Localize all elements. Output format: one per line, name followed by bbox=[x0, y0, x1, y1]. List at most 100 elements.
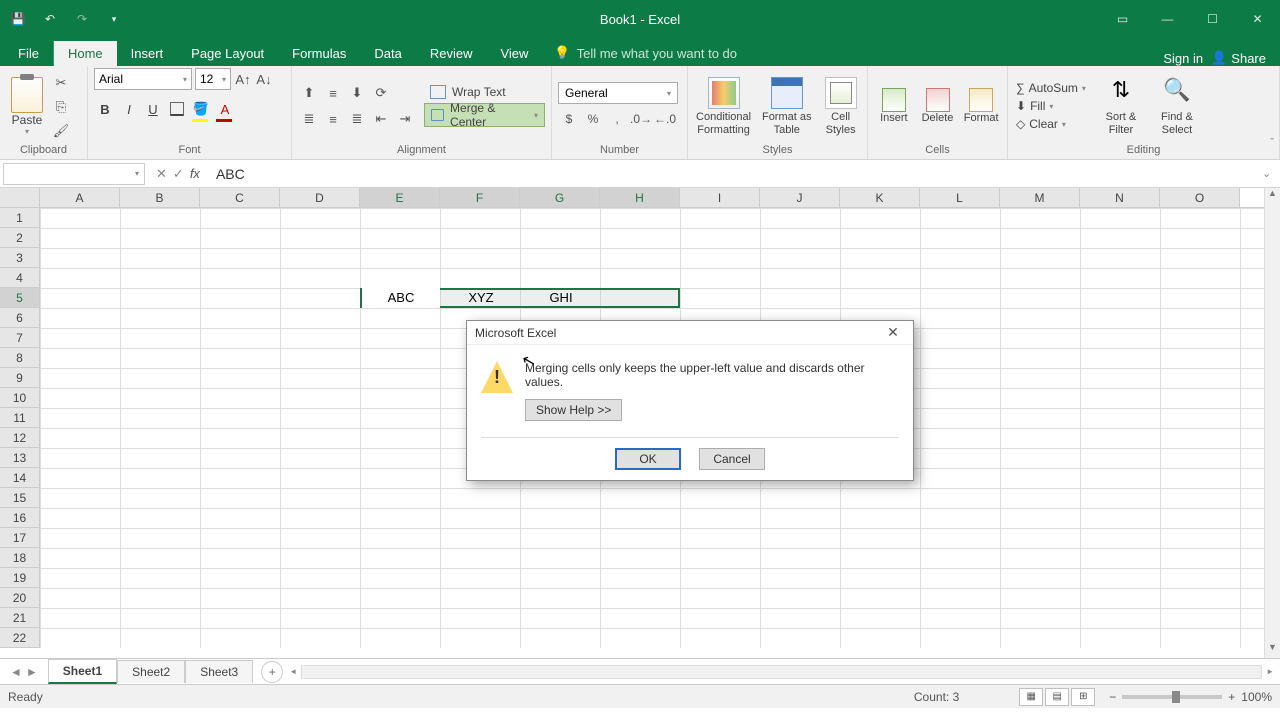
fill-button[interactable]: ⬇Fill▾ bbox=[1014, 98, 1088, 114]
align-top-icon[interactable]: ⬆ bbox=[298, 82, 320, 104]
column-header-f[interactable]: F bbox=[440, 188, 520, 207]
row-header-11[interactable]: 11 bbox=[0, 408, 40, 428]
row-header-16[interactable]: 16 bbox=[0, 508, 40, 528]
row-header-10[interactable]: 10 bbox=[0, 388, 40, 408]
underline-button[interactable]: U bbox=[142, 98, 164, 120]
row-header-21[interactable]: 21 bbox=[0, 608, 40, 628]
row-header-18[interactable]: 18 bbox=[0, 548, 40, 568]
comma-icon[interactable]: , bbox=[606, 108, 628, 130]
font-name-select[interactable]: Arial▾ bbox=[94, 68, 192, 90]
expand-formula-bar-icon[interactable]: ⌄ bbox=[1262, 167, 1280, 180]
column-header-a[interactable]: A bbox=[40, 188, 120, 207]
row-header-22[interactable]: 22 bbox=[0, 628, 40, 648]
horizontal-scrollbar[interactable]: ◄► bbox=[283, 665, 1280, 679]
clear-button[interactable]: ◇Clear▾ bbox=[1014, 116, 1088, 132]
sheet-tab-2[interactable]: Sheet2 bbox=[117, 660, 185, 683]
tab-page-layout[interactable]: Page Layout bbox=[177, 41, 278, 66]
format-cells-button[interactable]: Format bbox=[961, 88, 1001, 124]
column-header-e[interactable]: E bbox=[360, 188, 440, 207]
cancel-formula-icon[interactable]: ✕ bbox=[156, 166, 167, 182]
redo-icon[interactable]: ↷ bbox=[68, 5, 96, 33]
ok-button[interactable]: OK bbox=[615, 448, 681, 470]
paste-button[interactable]: Paste ▾ bbox=[6, 77, 48, 136]
delete-cells-button[interactable]: Delete bbox=[918, 88, 958, 124]
tab-file[interactable]: File bbox=[4, 41, 54, 66]
format-as-table-button[interactable]: Format as Table bbox=[757, 75, 816, 136]
font-color-button[interactable]: A bbox=[214, 98, 236, 120]
align-left-icon[interactable]: ≣ bbox=[298, 108, 320, 130]
column-header-d[interactable]: D bbox=[280, 188, 360, 207]
cell-g5[interactable]: GHI bbox=[522, 288, 600, 308]
normal-view-icon[interactable]: ▦ bbox=[1019, 688, 1043, 706]
page-break-view-icon[interactable]: ⊞ bbox=[1071, 688, 1095, 706]
cut-icon[interactable]: ✂ bbox=[50, 72, 72, 94]
insert-cells-button[interactable]: Insert bbox=[874, 88, 914, 124]
tell-me-input[interactable]: 💡Tell me what you want to do bbox=[542, 40, 749, 66]
shrink-font-icon[interactable]: A↓ bbox=[255, 68, 273, 90]
row-header-20[interactable]: 20 bbox=[0, 588, 40, 608]
row-header-9[interactable]: 9 bbox=[0, 368, 40, 388]
decrease-decimal-icon[interactable]: ←.0 bbox=[654, 108, 676, 130]
vertical-scrollbar[interactable]: ▲▼ bbox=[1264, 188, 1280, 658]
cancel-button[interactable]: Cancel bbox=[699, 448, 765, 470]
number-format-select[interactable]: General▾ bbox=[558, 82, 678, 104]
row-header-3[interactable]: 3 bbox=[0, 248, 40, 268]
ribbon-options-icon[interactable]: ▭ bbox=[1100, 4, 1145, 34]
column-header-l[interactable]: L bbox=[920, 188, 1000, 207]
find-select-button[interactable]: 🔍Find & Select bbox=[1154, 75, 1200, 136]
row-header-2[interactable]: 2 bbox=[0, 228, 40, 248]
tab-data[interactable]: Data bbox=[360, 41, 415, 66]
collapse-ribbon-icon[interactable]: ˇ bbox=[1270, 137, 1274, 149]
zoom-level[interactable]: 100% bbox=[1241, 690, 1272, 704]
row-header-19[interactable]: 19 bbox=[0, 568, 40, 588]
column-header-j[interactable]: J bbox=[760, 188, 840, 207]
row-header-5[interactable]: 5 bbox=[0, 288, 40, 308]
column-header-o[interactable]: O bbox=[1160, 188, 1240, 207]
column-header-m[interactable]: M bbox=[1000, 188, 1080, 207]
format-painter-icon[interactable]: 🖌 bbox=[50, 120, 72, 142]
select-all-button[interactable] bbox=[0, 188, 40, 207]
row-header-6[interactable]: 6 bbox=[0, 308, 40, 328]
row-header-8[interactable]: 8 bbox=[0, 348, 40, 368]
row-header-14[interactable]: 14 bbox=[0, 468, 40, 488]
cell-f5[interactable]: XYZ bbox=[442, 288, 520, 308]
tab-home[interactable]: Home bbox=[54, 41, 117, 66]
row-header-4[interactable]: 4 bbox=[0, 268, 40, 288]
zoom-slider[interactable] bbox=[1122, 695, 1222, 699]
column-header-g[interactable]: G bbox=[520, 188, 600, 207]
zoom-in-icon[interactable]: + bbox=[1228, 690, 1235, 704]
column-header-b[interactable]: B bbox=[120, 188, 200, 207]
tab-view[interactable]: View bbox=[486, 41, 542, 66]
sign-in-link[interactable]: Sign in bbox=[1163, 51, 1203, 66]
column-header-h[interactable]: H bbox=[600, 188, 680, 207]
column-header-k[interactable]: K bbox=[840, 188, 920, 207]
font-size-select[interactable]: 12▾ bbox=[195, 68, 231, 90]
italic-button[interactable]: I bbox=[118, 98, 140, 120]
copy-icon[interactable]: ⎘ bbox=[50, 96, 72, 118]
sort-filter-button[interactable]: ⇅Sort & Filter bbox=[1098, 75, 1144, 136]
increase-indent-icon[interactable]: ⇥ bbox=[394, 108, 416, 130]
page-layout-view-icon[interactable]: ▤ bbox=[1045, 688, 1069, 706]
fill-color-button[interactable]: 🪣 bbox=[190, 98, 212, 120]
undo-icon[interactable]: ↶ bbox=[36, 5, 64, 33]
save-icon[interactable]: 💾 bbox=[4, 5, 32, 33]
zoom-out-icon[interactable]: − bbox=[1109, 690, 1116, 704]
sheet-tab-3[interactable]: Sheet3 bbox=[185, 660, 253, 683]
show-help-button[interactable]: Show Help >> bbox=[525, 399, 622, 421]
bold-button[interactable]: B bbox=[94, 98, 116, 120]
conditional-formatting-button[interactable]: Conditional Formatting bbox=[694, 75, 753, 136]
autosum-button[interactable]: ∑AutoSum▾ bbox=[1014, 80, 1088, 96]
close-icon[interactable]: ✕ bbox=[1235, 4, 1280, 34]
merge-center-button[interactable]: Merge & Center▾ bbox=[424, 103, 545, 127]
cell-styles-button[interactable]: Cell Styles bbox=[820, 75, 861, 136]
minimize-icon[interactable]: — bbox=[1145, 4, 1190, 34]
fx-icon[interactable]: fx bbox=[190, 166, 200, 182]
decrease-indent-icon[interactable]: ⇤ bbox=[370, 108, 392, 130]
border-button[interactable] bbox=[166, 98, 188, 120]
column-header-c[interactable]: C bbox=[200, 188, 280, 207]
row-header-17[interactable]: 17 bbox=[0, 528, 40, 548]
wrap-text-button[interactable]: Wrap Text bbox=[424, 85, 545, 99]
tab-review[interactable]: Review bbox=[416, 41, 487, 66]
maximize-icon[interactable]: ☐ bbox=[1190, 4, 1235, 34]
share-button[interactable]: 👤Share bbox=[1211, 50, 1266, 66]
